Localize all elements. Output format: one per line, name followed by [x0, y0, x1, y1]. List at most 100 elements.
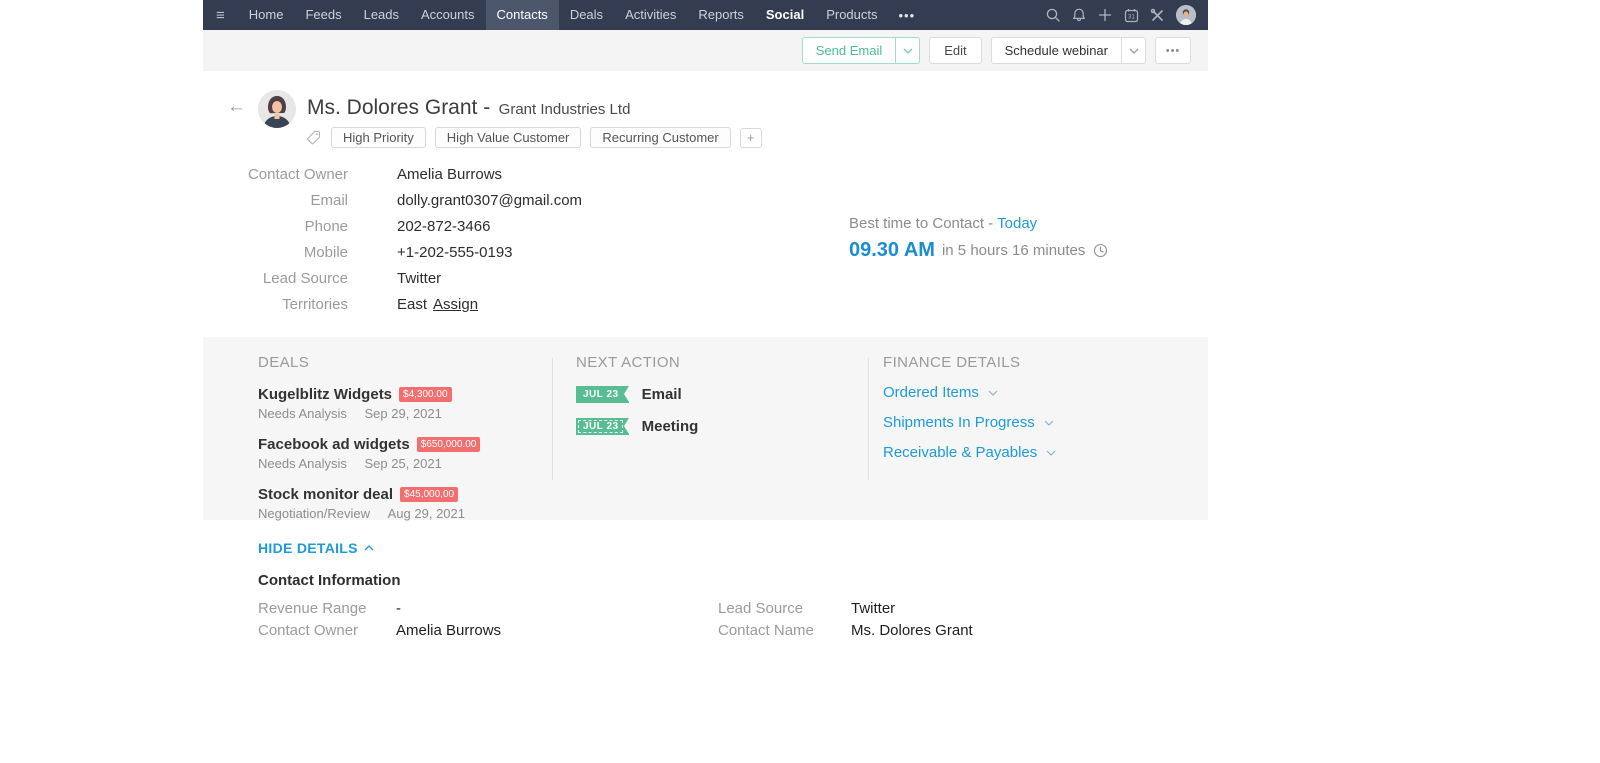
tag-high-priority[interactable]: High Priority	[331, 127, 426, 148]
tag-high-value-customer[interactable]: High Value Customer	[434, 127, 582, 148]
field-row-lead-source: Lead Source Twitter	[203, 270, 582, 296]
best-time-relative: in 5 hours 16 minutes	[941, 242, 1086, 259]
next-action-item: JUL 23 Email	[576, 386, 846, 403]
nav-more-icon[interactable]: •••	[889, 8, 926, 23]
hamburger-menu-icon[interactable]: ≡	[203, 7, 238, 24]
field-label: Lead Source	[718, 600, 804, 617]
chevron-down-icon	[1046, 450, 1056, 456]
nav-item-contacts[interactable]: Contacts	[485, 0, 559, 30]
field-row-territories: Territories East Assign	[203, 296, 582, 322]
notifications-bell-icon[interactable]	[1066, 0, 1092, 30]
contact-name-heading: Ms. Dolores Grant -	[307, 96, 491, 119]
nav-item-activities[interactable]: Activities	[614, 0, 687, 30]
field-value: -	[396, 600, 401, 617]
deal-name[interactable]: Stock monitor deal	[258, 486, 393, 503]
field-row-email: Email dolly.grant0307@gmail.com	[203, 192, 582, 218]
field-label: Territories	[282, 296, 348, 313]
receivable-payables-link[interactable]: Receivable & Payables	[883, 444, 1183, 461]
field-value: Amelia Burrows	[397, 166, 503, 183]
deal-stage: Needs Analysis	[258, 406, 347, 421]
business-card-band: DEALS Kugelblitz Widgets $4,300.00 Needs…	[203, 337, 1208, 521]
clock-icon[interactable]	[1093, 243, 1108, 258]
best-time-to-contact: Best time to Contact - Today 09.30 AM in…	[849, 215, 1108, 262]
field-row-contact-owner: Contact Owner Amelia Burrows	[258, 622, 501, 644]
best-time-day-link[interactable]: Today	[997, 215, 1037, 232]
finance-details-title: FINANCE DETAILS	[883, 354, 1021, 371]
add-plus-icon[interactable]	[1092, 0, 1118, 30]
deals-title: DEALS	[258, 354, 310, 371]
send-email-dropdown-caret[interactable]	[895, 38, 919, 63]
deal-name[interactable]: Facebook ad widgets	[258, 436, 410, 453]
hide-details-toggle[interactable]: HIDE DETAILS	[258, 540, 374, 556]
nav-item-deals[interactable]: Deals	[559, 0, 614, 30]
field-label: Revenue Range	[258, 600, 367, 617]
schedule-webinar-split-button: Schedule webinar	[990, 37, 1146, 64]
search-icon[interactable]	[1040, 0, 1066, 30]
tag-recurring-customer[interactable]: Recurring Customer	[590, 127, 731, 148]
deal-date: Sep 25, 2021	[364, 456, 442, 471]
field-row-lead-source: Lead Source Twitter	[718, 600, 973, 622]
column-divider	[552, 358, 553, 480]
deal-item[interactable]: Facebook ad widgets $650,000.00 Needs An…	[258, 436, 538, 471]
deal-stage: Negotiation/Review	[258, 506, 371, 521]
add-tag-button[interactable]: +	[739, 127, 762, 148]
deal-amount-badge: $650,000.00	[416, 437, 481, 452]
nav-item-feeds[interactable]: Feeds	[294, 0, 352, 30]
field-value: Twitter	[851, 600, 896, 617]
chevron-down-icon	[988, 390, 998, 396]
field-row-contact-name: Contact Name Ms. Dolores Grant	[718, 622, 973, 644]
shipments-in-progress-link[interactable]: Shipments In Progress	[883, 414, 1183, 431]
next-action-title: NEXT ACTION	[576, 354, 681, 371]
assign-territory-link[interactable]: Assign	[433, 296, 478, 313]
contact-information-heading: Contact Information	[258, 572, 401, 589]
field-value-mobile[interactable]: +1-202-555-0193	[397, 244, 513, 261]
tags-row: High Priority High Value Customer Recurr…	[306, 127, 762, 148]
contact-title: Ms. Dolores Grant - Grant Industries Ltd	[307, 96, 630, 120]
deal-item[interactable]: Stock monitor deal $45,000,00 Negotiatio…	[258, 486, 538, 521]
calendar-icon[interactable]: 31	[1118, 0, 1144, 30]
nav-item-leads[interactable]: Leads	[353, 0, 410, 30]
deal-name[interactable]: Kugelblitz Widgets	[258, 386, 392, 403]
best-time-label: Best time to Contact -	[849, 215, 994, 232]
deals-widget: DEALS Kugelblitz Widgets $4,300.00 Needs…	[258, 354, 538, 521]
top-navigation: ≡ Home Feeds Leads Accounts Contacts Dea…	[203, 0, 1208, 30]
nav-item-home[interactable]: Home	[238, 0, 295, 30]
next-action-item: JUL 23 Meeting	[576, 418, 846, 435]
edit-button[interactable]: Edit	[929, 37, 982, 64]
ordered-items-link[interactable]: Ordered Items	[883, 384, 1183, 401]
field-label: Contact Owner	[247, 166, 348, 183]
record-action-bar: Send Email Edit Schedule webinar •••	[203, 30, 1208, 71]
nav-item-reports[interactable]: Reports	[687, 0, 755, 30]
field-value-email[interactable]: dolly.grant0307@gmail.com	[397, 192, 582, 209]
field-row-contact-owner: Contact Owner Amelia Burrows	[203, 166, 582, 192]
contact-photo[interactable]	[258, 90, 296, 128]
contact-information-left-column: Revenue Range - Contact Owner Amelia Bur…	[258, 600, 501, 644]
nav-item-accounts[interactable]: Accounts	[410, 0, 485, 30]
svg-text:31: 31	[1128, 14, 1135, 20]
tag-icon	[306, 130, 321, 145]
tools-setup-icon[interactable]	[1144, 0, 1170, 30]
back-arrow-icon[interactable]: ←	[227, 96, 246, 118]
schedule-webinar-button[interactable]: Schedule webinar	[992, 38, 1121, 63]
field-value-phone[interactable]: 202-872-3466	[397, 218, 490, 235]
finance-details-widget: FINANCE DETAILS Ordered Items Shipments …	[883, 354, 1183, 461]
next-action-meeting-link[interactable]: Meeting	[642, 418, 699, 435]
next-action-email-link[interactable]: Email	[642, 386, 682, 403]
next-action-widget: NEXT ACTION JUL 23 Email JUL 23 Meeting	[576, 354, 846, 435]
nav-item-social[interactable]: Social	[755, 0, 815, 30]
user-avatar[interactable]	[1176, 5, 1196, 25]
deal-item[interactable]: Kugelblitz Widgets $4,300.00 Needs Analy…	[258, 386, 538, 421]
contact-information-right-column: Lead Source Twitter Contact Name Ms. Dol…	[718, 600, 973, 644]
more-actions-button[interactable]: •••	[1155, 37, 1191, 64]
deal-amount-badge: $45,000,00	[400, 487, 459, 502]
contact-company[interactable]: Grant Industries Ltd	[499, 101, 631, 118]
chevron-up-icon	[364, 545, 374, 551]
field-label: Contact Owner	[258, 622, 359, 639]
nav-item-products[interactable]: Products	[815, 0, 888, 30]
send-email-button[interactable]: Send Email	[803, 38, 895, 63]
send-email-split-button: Send Email	[801, 37, 921, 64]
schedule-webinar-dropdown-caret[interactable]	[1121, 38, 1145, 63]
field-row-phone: Phone 202-872-3466	[203, 218, 582, 244]
field-label: Lead Source	[262, 270, 348, 287]
chevron-down-icon	[1044, 420, 1054, 426]
